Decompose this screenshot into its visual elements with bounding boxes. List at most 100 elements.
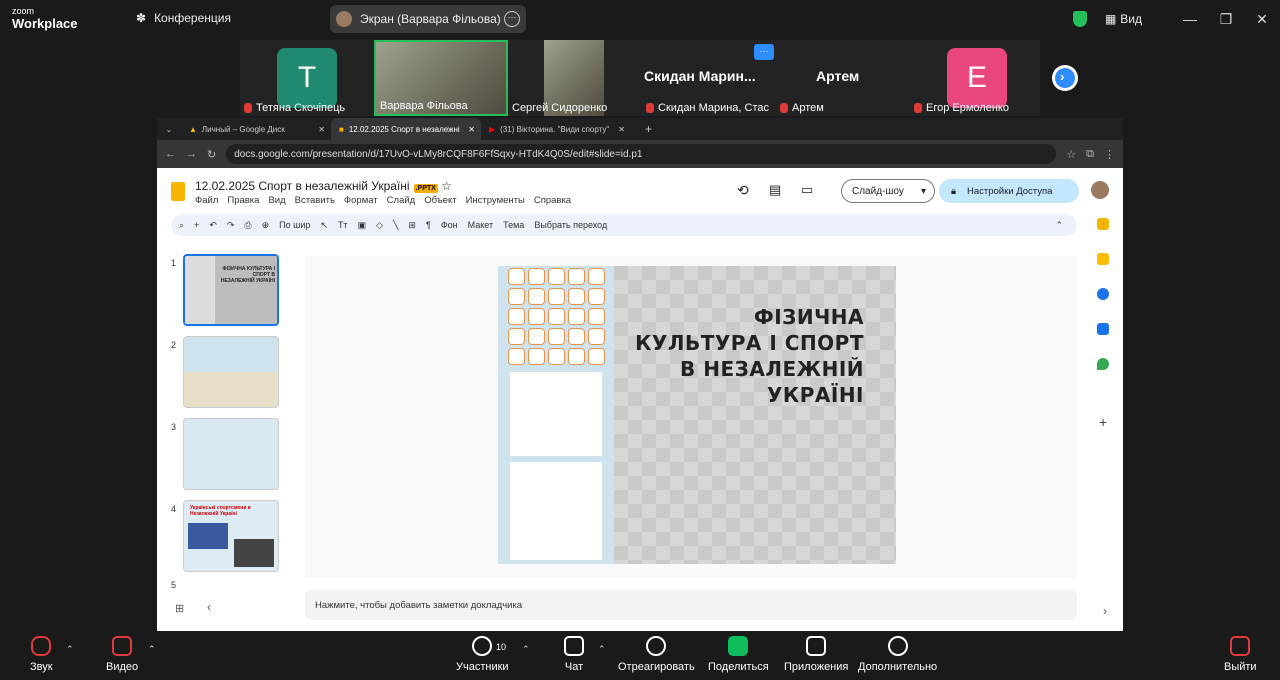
audio-button[interactable]: Звук <box>30 636 53 673</box>
forward-icon[interactable]: → <box>186 148 197 160</box>
image-icon[interactable]: ▣ <box>358 220 367 231</box>
participant-tile-active[interactable]: Варвара Фільова <box>374 40 508 116</box>
line-icon[interactable]: ╲ <box>393 220 398 231</box>
new-tab-icon[interactable]: + <box>645 122 652 136</box>
contacts-icon[interactable] <box>1097 323 1109 335</box>
comment-add-icon[interactable]: ⊞ <box>408 220 416 231</box>
search-icon[interactable]: ⌕ <box>179 220 184 231</box>
speaker-notes[interactable]: Нажмите, чтобы добавить заметки докладчи… <box>305 590 1077 620</box>
comments-icon[interactable]: ▤ <box>769 182 781 198</box>
print-icon[interactable]: ⎙ <box>244 220 251 231</box>
security-shield-icon[interactable] <box>1072 11 1087 27</box>
select-icon[interactable]: ↖ <box>320 220 328 231</box>
star-icon[interactable]: ☆ <box>1066 148 1076 161</box>
transition-button[interactable]: Выбрать переход <box>534 220 607 230</box>
share-indicator[interactable]: Экран (Варвара Фільова) ··· <box>330 5 526 33</box>
participant-tile[interactable]: Артем Артем <box>776 40 910 116</box>
more-icon[interactable]: ··· <box>504 11 520 27</box>
shape-icon[interactable]: ◇ <box>376 220 383 231</box>
slide-thumbnail-4[interactable]: Українські спортсмени в Незалежній Украї… <box>183 500 279 572</box>
reload-icon[interactable]: ↻ <box>207 148 216 161</box>
textbox-icon[interactable]: Tт <box>338 220 348 230</box>
menu-format[interactable]: Формат <box>344 195 378 206</box>
chevron-up-icon[interactable]: ⌃ <box>66 644 74 655</box>
chat-button[interactable]: Чат <box>564 636 584 673</box>
menu-slide[interactable]: Слайд <box>387 195 416 206</box>
menu-tools[interactable]: Инструменты <box>466 195 525 206</box>
participant-tile[interactable]: T Тетяна Скочіпець <box>240 40 374 116</box>
calendar-icon[interactable] <box>1097 218 1109 230</box>
maps-icon[interactable] <box>1097 358 1109 370</box>
meet-icon[interactable]: ▭ <box>801 182 813 198</box>
chevron-up-icon[interactable]: ⌃ <box>598 644 606 655</box>
add-icon[interactable]: + <box>194 220 199 230</box>
current-slide[interactable]: ФІЗИЧНА КУЛЬТУРА І СПОРТ В НЕЗАЛЕЖНІЙ УК… <box>498 266 896 564</box>
menu-view[interactable]: Вид <box>268 195 285 206</box>
view-button[interactable]: Вид <box>1120 12 1142 26</box>
collapse-icon[interactable]: ‹ <box>207 600 211 614</box>
close-icon[interactable]: ✕ <box>1244 11 1280 28</box>
tab-slides[interactable]: ■ 12.02.2025 Спорт в незалежні ✕ <box>331 118 481 140</box>
chevron-up-icon[interactable]: ⌃ <box>148 644 156 655</box>
participant-tile[interactable]: ··· Скидан Марин... Скидан Марина, Стас <box>642 40 776 116</box>
keep-icon[interactable] <box>1097 253 1109 265</box>
grid-view-icon[interactable]: ⊞ <box>175 602 184 615</box>
paint-format-icon[interactable]: ¶ <box>426 220 431 230</box>
chevron-right-icon: › <box>1060 69 1065 84</box>
menu-object[interactable]: Объект <box>424 195 456 206</box>
share-access-button[interactable]: 🔒︎ Настройки Доступа <box>939 179 1079 203</box>
layout-button[interactable]: Макет <box>468 220 493 230</box>
participant-tile[interactable]: E Егор Ермоленко <box>910 40 1040 116</box>
tasks-icon[interactable] <box>1097 288 1109 300</box>
menu-file[interactable]: Файл <box>195 195 218 206</box>
slides-logo-icon[interactable] <box>171 182 185 201</box>
meeting-info-button[interactable]: ✽ Конференция <box>136 11 231 25</box>
expand-panel-icon[interactable]: › <box>1103 604 1107 618</box>
url-field[interactable]: docs.google.com/presentation/d/17UvO-vLM… <box>226 144 1057 164</box>
apps-button[interactable]: Приложения <box>784 636 848 673</box>
top-right-controls: ▦ Вид — ❐ ✕ <box>1072 0 1280 38</box>
star-icon[interactable]: ☆ <box>441 179 452 193</box>
chevron-down-icon[interactable]: ▾ <box>921 186 926 197</box>
share-screen-button[interactable]: Поделиться <box>708 636 769 673</box>
slideshow-button[interactable]: Слайд-шоу ▾ <box>841 179 935 203</box>
participant-tile[interactable]: Сергей Сидоренко <box>508 40 642 116</box>
slide-thumbnail-1[interactable]: ФІЗИЧНА КУЛЬТУРА І СПОРТ В НЕЗАЛЕЖНІЙ УК… <box>183 254 279 326</box>
tab-drive[interactable]: ▲ Личный – Google Диск ✕ <box>181 118 331 140</box>
leave-button[interactable]: Выйти <box>1224 636 1257 673</box>
next-page-button[interactable]: › <box>1052 65 1078 91</box>
more-icon[interactable]: ··· <box>754 44 774 60</box>
account-avatar[interactable] <box>1091 181 1109 199</box>
close-icon[interactable]: ✕ <box>468 125 475 134</box>
slide-thumbnail-3[interactable] <box>183 418 279 490</box>
menu-help[interactable]: Справка <box>534 195 571 206</box>
history-icon[interactable]: ⟲ <box>737 182 749 199</box>
menu-icon[interactable]: ⋮ <box>1104 148 1115 161</box>
zoom-select[interactable]: По шир <box>279 220 310 230</box>
add-addon-icon[interactable]: + <box>1099 414 1107 430</box>
menu-insert[interactable]: Вставить <box>295 195 335 206</box>
undo-icon[interactable]: ↶ <box>209 220 217 231</box>
tab-search-icon[interactable]: ⌄ <box>157 125 181 134</box>
redo-icon[interactable]: ↷ <box>227 220 235 231</box>
back-icon[interactable]: ← <box>165 148 176 160</box>
more-button[interactable]: Дополнительно <box>858 636 937 673</box>
chevron-up-icon[interactable]: ⌃ <box>522 644 530 655</box>
close-icon[interactable]: ✕ <box>618 125 625 134</box>
react-button[interactable]: Отреагировать <box>618 636 695 673</box>
document-title[interactable]: 12.02.2025 Спорт в незалежній Україні .PP… <box>195 179 452 193</box>
slide-number: 1 <box>171 258 177 268</box>
chevron-up-icon[interactable]: ⌃ <box>1055 220 1063 231</box>
close-icon[interactable]: ✕ <box>318 125 325 134</box>
minimize-icon[interactable]: — <box>1172 11 1208 27</box>
menu-edit[interactable]: Правка <box>227 195 259 206</box>
restore-icon[interactable]: ❐ <box>1208 11 1244 28</box>
background-button[interactable]: Фон <box>441 220 458 230</box>
extensions-icon[interactable]: ⧉ <box>1086 148 1094 161</box>
tab-youtube[interactable]: ▶ (31) Вікторина. "Види спорту" ✕ <box>481 118 631 140</box>
zoom-icon[interactable]: ⊕ <box>262 220 270 231</box>
view-icon[interactable]: ▦ <box>1105 12 1116 26</box>
theme-button[interactable]: Тема <box>503 220 524 230</box>
slide-thumbnail-2[interactable] <box>183 336 279 408</box>
video-button[interactable]: Видео <box>106 636 138 673</box>
